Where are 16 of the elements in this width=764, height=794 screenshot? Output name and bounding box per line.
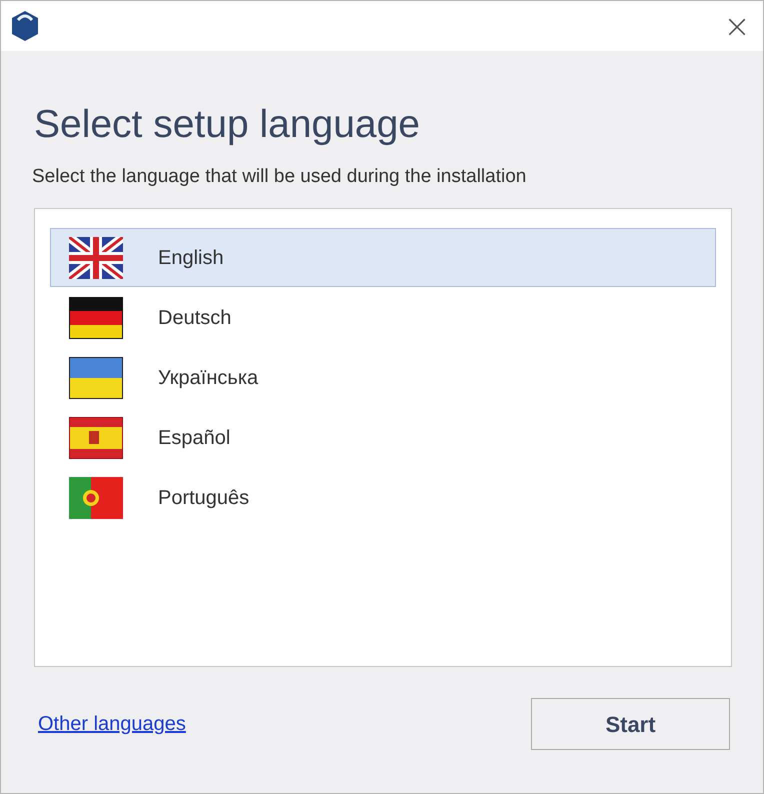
other-languages-link[interactable]: Other languages [38,709,186,739]
start-button[interactable]: Start [531,698,730,750]
language-option[interactable]: Українська [50,348,716,407]
app-logo-icon [10,9,40,43]
language-option[interactable]: Español [50,408,716,467]
flag-icon [69,356,123,398]
flag-icon [69,236,123,278]
close-button[interactable]: × [711,1,763,51]
subtitle: Select the language that will be used during the installation [32,167,528,186]
heading: Select setup language [34,105,421,144]
language-option[interactable]: Deutsch [50,288,716,347]
flag-icon [69,296,123,338]
flag-icon [69,416,123,458]
flag-icon [69,476,123,518]
language-option[interactable]: Português [50,468,716,527]
language-option[interactable]: English [50,228,716,287]
